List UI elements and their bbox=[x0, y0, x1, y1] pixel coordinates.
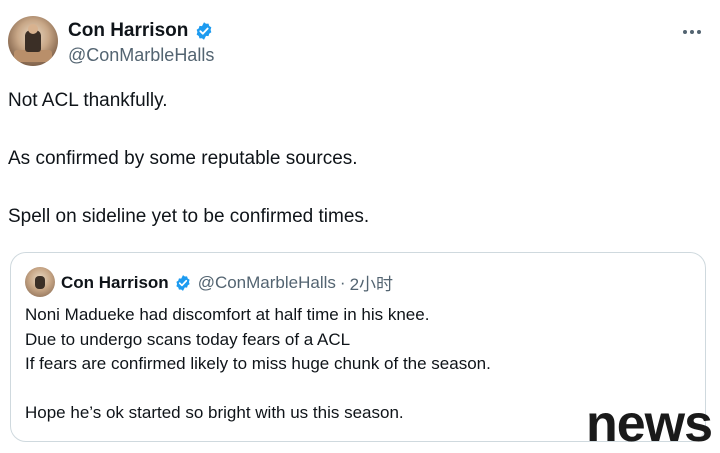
tweet-text-line: Spell on sideline yet to be confirmed ti… bbox=[8, 206, 370, 227]
more-dot bbox=[690, 30, 694, 34]
verified-badge-icon bbox=[176, 274, 190, 291]
verified-badge-icon bbox=[197, 22, 212, 40]
quoted-tweet-header: Con Harrison @ConMarbleHalls · 2小时 bbox=[61, 270, 393, 295]
author-handle[interactable]: @ConMarbleHalls bbox=[68, 45, 214, 66]
more-dot bbox=[683, 30, 687, 34]
avatar-figure bbox=[35, 276, 45, 289]
separator-dot: · bbox=[339, 272, 346, 292]
tweet-text-line: Not ACL thankfully. bbox=[8, 90, 168, 111]
author-name-row: Con Harrison bbox=[68, 20, 214, 42]
author-display-name[interactable]: Con Harrison bbox=[68, 20, 188, 42]
quoted-author-handle: @ConMarbleHalls bbox=[197, 272, 336, 292]
quoted-text-line: If fears are confirmed likely to miss hu… bbox=[25, 354, 491, 373]
quoted-author-avatar bbox=[25, 267, 55, 297]
quoted-text-line: Noni Madueke had discomfort at half time… bbox=[25, 305, 430, 324]
author-avatar[interactable] bbox=[8, 16, 58, 66]
tweet-text-line: As confirmed by some reputable sources. bbox=[8, 148, 358, 169]
quoted-text-line: Due to undergo scans today fears of a AC… bbox=[25, 329, 351, 349]
quoted-author-display-name: Con Harrison bbox=[61, 272, 169, 292]
avatar-head bbox=[28, 24, 38, 34]
news-watermark: news bbox=[585, 395, 713, 453]
more-dot bbox=[697, 30, 701, 34]
more-horizontal-icon[interactable] bbox=[680, 22, 704, 42]
tweet-header: Con Harrison @ConMarbleHalls bbox=[8, 12, 712, 70]
quoted-tweet-timestamp: 2小时 bbox=[349, 275, 394, 294]
